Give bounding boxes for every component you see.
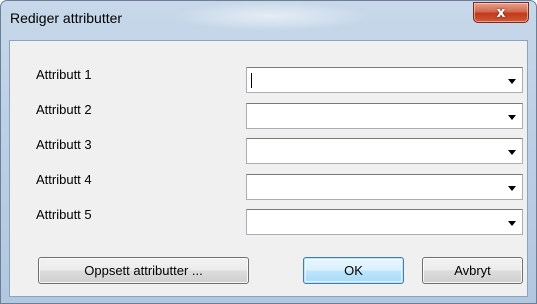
attribute-4-combobox[interactable] — [246, 174, 523, 200]
dialog-body: Attributt 1 Attributt 2 Attributt 3 Attr… — [9, 40, 528, 297]
attribute-2-label: Attributt 2 — [36, 102, 92, 117]
close-button[interactable]: x — [473, 2, 529, 23]
attribute-5-combobox[interactable] — [246, 209, 523, 235]
cancel-button[interactable]: Avbryt — [422, 257, 523, 284]
attribute-3-combobox[interactable] — [246, 138, 523, 164]
attribute-3-label: Attributt 3 — [36, 137, 92, 152]
attribute-1-combobox[interactable] — [246, 67, 523, 93]
close-icon: x — [496, 4, 506, 21]
chevron-down-icon[interactable] — [508, 79, 516, 84]
window-title: Rediger attributter — [10, 10, 123, 26]
attribute-4-label: Attributt 4 — [36, 172, 92, 187]
chevron-down-icon[interactable] — [508, 115, 516, 120]
text-cursor — [251, 73, 252, 88]
attribute-2-combobox[interactable] — [246, 103, 523, 129]
setup-attributes-button[interactable]: Oppsett attributter ... — [38, 257, 249, 284]
title-bar[interactable]: Rediger attributter x — [1, 1, 536, 41]
attribute-1-label: Attributt 1 — [36, 67, 92, 82]
attribute-5-label: Attributt 5 — [36, 207, 92, 222]
chevron-down-icon[interactable] — [508, 186, 516, 191]
dialog-window: Rediger attributter x Attributt 1 Attrib… — [0, 0, 537, 304]
chevron-down-icon[interactable] — [508, 150, 516, 155]
ok-button[interactable]: OK — [303, 257, 404, 284]
chevron-down-icon[interactable] — [508, 221, 516, 226]
